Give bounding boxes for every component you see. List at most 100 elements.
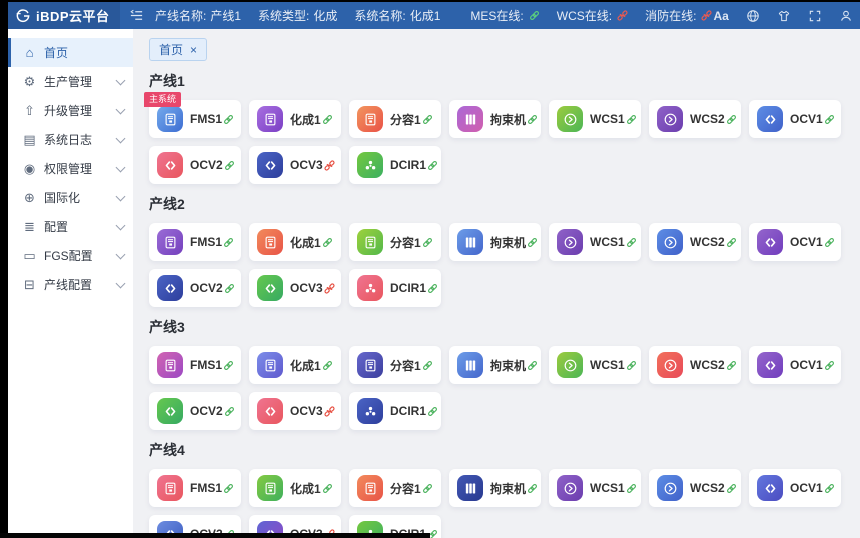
device-card-DCIR1[interactable]: DCIR1 bbox=[349, 269, 441, 307]
link-online-icon[interactable] bbox=[526, 113, 539, 126]
device-card-OCV1[interactable]: OCV1 bbox=[749, 100, 841, 138]
link-online-icon[interactable] bbox=[823, 236, 836, 249]
device-card-WCS2[interactable]: WCS2 bbox=[649, 223, 741, 261]
sidebar-item-fgs[interactable]: ▭FGS配置 bbox=[8, 241, 133, 270]
link-online-icon[interactable] bbox=[823, 113, 836, 126]
device-label: FMS1 bbox=[190, 358, 222, 372]
device-card-OCV2[interactable]: OCV2 bbox=[149, 146, 241, 184]
device-card-FMS1[interactable]: 主系统FMS1 bbox=[149, 100, 241, 138]
device-card-FMS1[interactable]: FMS1 bbox=[149, 346, 241, 384]
link-online-icon[interactable] bbox=[223, 159, 236, 172]
device-card-WCS2[interactable]: WCS2 bbox=[649, 469, 741, 507]
sidebar-item-i18n[interactable]: ⊕国际化 bbox=[8, 183, 133, 212]
device-card-OCV3[interactable]: OCV3 bbox=[249, 146, 341, 184]
device-card-分容1[interactable]: 分容1 bbox=[349, 346, 441, 384]
globe-icon[interactable] bbox=[746, 9, 760, 23]
sidebar-item-config[interactable]: ≣配置 bbox=[8, 212, 133, 241]
tab-close-icon[interactable]: × bbox=[190, 44, 197, 56]
device-type-icon bbox=[157, 352, 183, 378]
link-broken-icon[interactable] bbox=[323, 282, 336, 295]
link-online-icon bbox=[528, 9, 541, 22]
sidebar-item-production[interactable]: ⚙生产管理 bbox=[8, 67, 133, 96]
link-online-icon[interactable] bbox=[823, 482, 836, 495]
device-card-分容1[interactable]: 分容1 bbox=[349, 469, 441, 507]
device-card-OCV3[interactable]: OCV3 bbox=[249, 269, 341, 307]
device-card-化成1[interactable]: 化成1 bbox=[249, 100, 341, 138]
link-online-icon[interactable] bbox=[625, 236, 638, 249]
link-online-icon[interactable] bbox=[823, 359, 836, 372]
link-broken-icon[interactable] bbox=[323, 159, 336, 172]
device-card-OCV1[interactable]: OCV1 bbox=[749, 223, 841, 261]
device-card-DCIR1[interactable]: DCIR1 bbox=[349, 392, 441, 430]
device-card-WCS2[interactable]: WCS2 bbox=[649, 100, 741, 138]
device-card-分容1[interactable]: 分容1 bbox=[349, 223, 441, 261]
link-online-icon[interactable] bbox=[625, 113, 638, 126]
link-online-icon[interactable] bbox=[526, 236, 539, 249]
sidebar-item-home[interactable]: ⌂首页 bbox=[8, 38, 133, 67]
sidebar-item-upgrade[interactable]: ⇧升级管理 bbox=[8, 96, 133, 125]
device-type-icon bbox=[157, 475, 183, 501]
chevron-down-icon bbox=[116, 104, 126, 114]
link-online-icon[interactable] bbox=[222, 236, 235, 249]
link-online-icon[interactable] bbox=[421, 113, 434, 126]
theme-shirt-icon[interactable] bbox=[777, 9, 791, 23]
link-online-icon[interactable] bbox=[222, 113, 235, 126]
link-online-icon[interactable] bbox=[321, 482, 334, 495]
fullscreen-icon[interactable] bbox=[808, 9, 822, 23]
link-online-icon[interactable] bbox=[222, 482, 235, 495]
link-online-icon[interactable] bbox=[426, 159, 439, 172]
link-online-icon[interactable] bbox=[223, 282, 236, 295]
user-icon[interactable] bbox=[839, 9, 853, 23]
device-card-OCV3[interactable]: OCV3 bbox=[249, 392, 341, 430]
device-card-FMS1[interactable]: FMS1 bbox=[149, 469, 241, 507]
link-online-icon[interactable] bbox=[725, 482, 738, 495]
sidebar-item-logs[interactable]: ▤系统日志 bbox=[8, 125, 133, 154]
link-online-icon[interactable] bbox=[725, 359, 738, 372]
link-online-icon[interactable] bbox=[526, 359, 539, 372]
link-online-icon[interactable] bbox=[421, 482, 434, 495]
device-card-化成1[interactable]: 化成1 bbox=[249, 469, 341, 507]
device-card-OCV1[interactable]: OCV1 bbox=[749, 346, 841, 384]
link-online-icon[interactable] bbox=[426, 282, 439, 295]
device-card-WCS1[interactable]: WCS1 bbox=[549, 469, 641, 507]
device-card-拘束机[interactable]: 拘束机 bbox=[449, 100, 541, 138]
link-broken-icon[interactable] bbox=[323, 405, 336, 418]
link-online-icon[interactable] bbox=[426, 405, 439, 418]
device-card-WCS1[interactable]: WCS1 bbox=[549, 100, 641, 138]
link-online-icon[interactable] bbox=[321, 359, 334, 372]
link-online-icon[interactable] bbox=[321, 236, 334, 249]
device-card-WCS1[interactable]: WCS1 bbox=[549, 223, 641, 261]
link-online-icon[interactable] bbox=[526, 482, 539, 495]
link-online-icon[interactable] bbox=[223, 405, 236, 418]
link-online-icon[interactable] bbox=[725, 236, 738, 249]
device-card-WCS2[interactable]: WCS2 bbox=[649, 346, 741, 384]
device-card-OCV1[interactable]: OCV1 bbox=[749, 469, 841, 507]
sidebar-item-line-config[interactable]: ⊟产线配置 bbox=[8, 270, 133, 299]
link-online-icon[interactable] bbox=[421, 359, 434, 372]
device-card-拘束机[interactable]: 拘束机 bbox=[449, 223, 541, 261]
device-type-icon bbox=[257, 352, 283, 378]
device-card-WCS1[interactable]: WCS1 bbox=[549, 346, 641, 384]
device-card-DCIR1[interactable]: DCIR1 bbox=[349, 146, 441, 184]
device-card-OCV2[interactable]: OCV2 bbox=[149, 392, 241, 430]
link-online-icon[interactable] bbox=[421, 236, 434, 249]
link-online-icon[interactable] bbox=[222, 359, 235, 372]
tab-home[interactable]: 首页× bbox=[149, 38, 207, 61]
device-card-拘束机[interactable]: 拘束机 bbox=[449, 469, 541, 507]
sidebar-item-permission[interactable]: ◉权限管理 bbox=[8, 154, 133, 183]
link-online-icon[interactable] bbox=[625, 482, 638, 495]
device-card-化成1[interactable]: 化成1 bbox=[249, 346, 341, 384]
device-card-FMS1[interactable]: FMS1 bbox=[149, 223, 241, 261]
status-label: WCS在线: bbox=[557, 7, 612, 24]
sidebar-collapse-icon[interactable] bbox=[129, 8, 144, 23]
device-card-拘束机[interactable]: 拘束机 bbox=[449, 346, 541, 384]
link-online-icon[interactable] bbox=[725, 113, 738, 126]
device-card-OCV2[interactable]: OCV2 bbox=[149, 269, 241, 307]
device-card-分容1[interactable]: 分容1 bbox=[349, 100, 441, 138]
device-card-化成1[interactable]: 化成1 bbox=[249, 223, 341, 261]
device-label: 化成1 bbox=[290, 234, 321, 251]
device-label: WCS2 bbox=[690, 112, 725, 126]
link-online-icon[interactable] bbox=[625, 359, 638, 372]
font-size-icon[interactable]: Aa bbox=[713, 9, 728, 23]
link-online-icon[interactable] bbox=[321, 113, 334, 126]
